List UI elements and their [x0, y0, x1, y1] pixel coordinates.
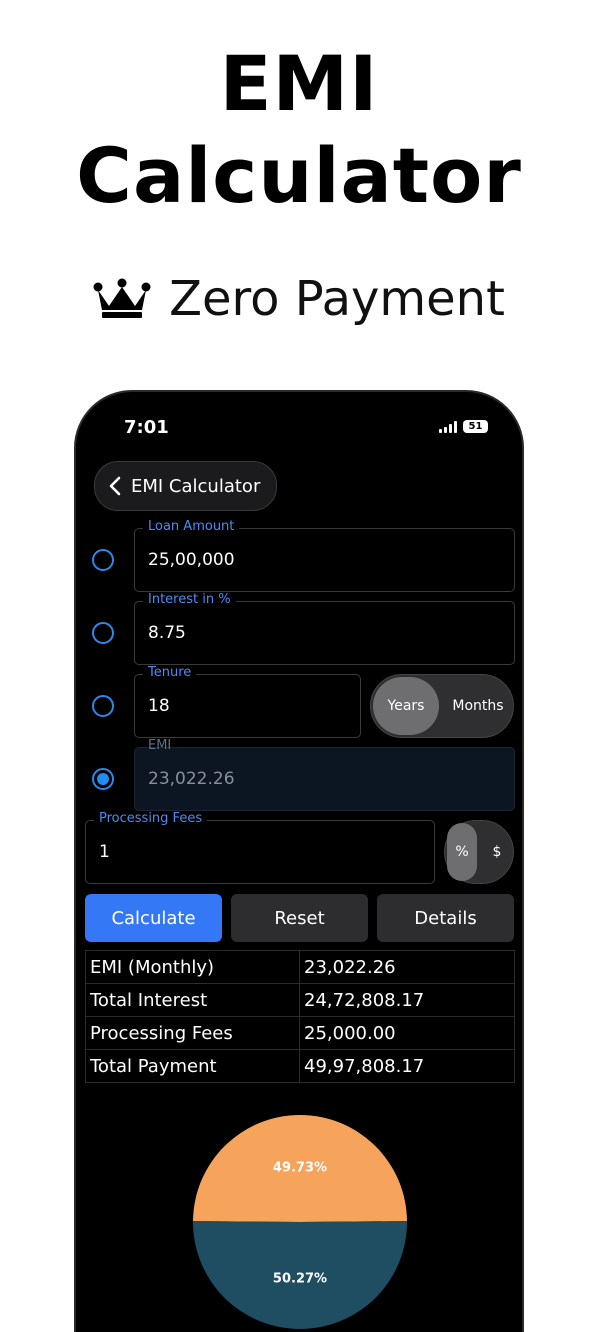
tenure-years-option[interactable]: Years	[373, 677, 439, 735]
calculate-button[interactable]: Calculate	[85, 894, 222, 942]
pie-chart-svg: 49.73% 50.27%	[193, 1115, 407, 1330]
summary-table: EMI (Monthly) 23,022.26 Total Interest 2…	[85, 950, 515, 1083]
processing-fees-value: 1	[99, 842, 110, 862]
promo-title-line2: Calculator	[76, 131, 522, 220]
promo-subtitle-text: Zero Payment	[169, 271, 505, 327]
interest-label: Interest in %	[143, 592, 236, 608]
pie-chart: 49.73% 50.27%	[192, 1114, 408, 1332]
table-row: Processing Fees 25,000.00	[85, 1016, 515, 1050]
loan-amount-value: 25,00,000	[148, 550, 235, 570]
emi-value: 23,022.26	[148, 769, 235, 789]
processing-fees-label: Processing Fees	[94, 811, 208, 827]
phone-frame: 7:01 51 EMI Calculator Loan Amount 25,00…	[76, 392, 522, 1332]
tenure-label: Tenure	[143, 665, 197, 681]
promo-subtitle: Zero Payment	[0, 266, 598, 332]
fee-unit-toggle[interactable]: % $	[444, 820, 514, 884]
reset-button[interactable]: Reset	[231, 894, 368, 942]
loan-amount-label: Loan Amount	[143, 519, 240, 535]
interest-field[interactable]: Interest in % 8.75	[134, 592, 515, 665]
summary-label: Processing Fees	[85, 1016, 300, 1050]
tenure-value: 18	[148, 696, 170, 716]
radio-interest[interactable]	[92, 622, 114, 644]
emi-field: EMI 23,022.26	[134, 738, 515, 811]
summary-value: 23,022.26	[299, 950, 515, 984]
status-time: 7:01	[124, 417, 169, 438]
back-button-label: EMI Calculator	[131, 475, 261, 497]
emi-label: EMI	[148, 738, 172, 753]
radio-emi[interactable]	[92, 768, 114, 790]
radio-loan-amount[interactable]	[92, 549, 114, 571]
interest-value: 8.75	[148, 623, 186, 643]
radio-tenure[interactable]	[92, 695, 114, 717]
signal-icon	[439, 421, 457, 433]
pie-slice-label: 49.73%	[273, 1160, 327, 1175]
pie-slice-label: 50.27%	[273, 1272, 327, 1287]
battery-icon: 51	[463, 420, 488, 433]
chevron-left-icon	[109, 476, 121, 496]
table-row: Total Payment 49,97,808.17	[85, 1049, 515, 1083]
status-icons: 51	[439, 420, 488, 433]
summary-label: Total Interest	[85, 983, 300, 1017]
summary-label: Total Payment	[85, 1049, 300, 1083]
fee-percent-option[interactable]: %	[447, 823, 477, 881]
table-row: EMI (Monthly) 23,022.26	[85, 950, 515, 984]
loan-amount-field[interactable]: Loan Amount 25,00,000	[134, 519, 515, 592]
summary-value: 24,72,808.17	[299, 983, 515, 1017]
back-button[interactable]: EMI Calculator	[94, 461, 277, 511]
promo-title: EMI Calculator	[0, 38, 598, 222]
tenure-field[interactable]: Tenure 18	[134, 665, 361, 738]
summary-value: 25,000.00	[299, 1016, 515, 1050]
crown-icon	[93, 278, 151, 318]
summary-value: 49,97,808.17	[299, 1049, 515, 1083]
fee-dollar-option[interactable]: $	[481, 821, 513, 883]
table-row: Total Interest 24,72,808.17	[85, 983, 515, 1017]
details-button[interactable]: Details	[377, 894, 514, 942]
tenure-months-option[interactable]: Months	[443, 675, 513, 737]
processing-fees-field[interactable]: Processing Fees 1	[85, 811, 435, 884]
tenure-unit-toggle[interactable]: Years Months	[370, 674, 514, 738]
promo-title-line1: EMI	[219, 39, 379, 128]
summary-label: EMI (Monthly)	[85, 950, 300, 984]
